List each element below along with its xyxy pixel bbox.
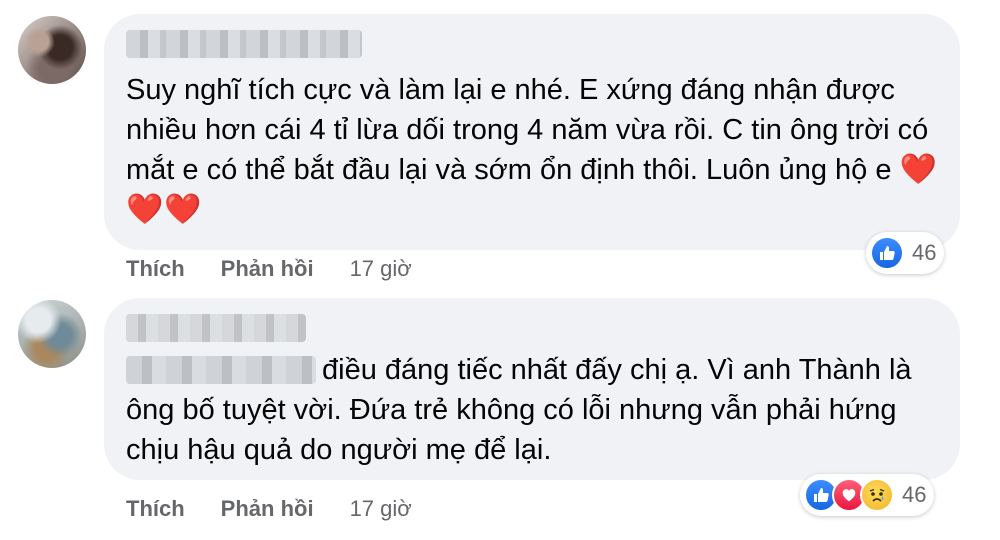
reaction-count: 46: [902, 482, 927, 507]
reaction-count: 46: [912, 240, 937, 265]
comment-actions: Thích Phản hồi 17 giờ: [126, 256, 412, 282]
sad-icon: [860, 478, 894, 512]
comment-bubble: điều đáng tiếc nhất đấy chị ạ. Vì anh Th…: [104, 298, 960, 480]
avatar[interactable]: [18, 16, 86, 84]
like-button[interactable]: Thích: [126, 496, 185, 522]
comment-body: Suy nghĩ tích cực và làm lại e nhé. E xứ…: [126, 74, 929, 186]
like-button[interactable]: Thích: [126, 256, 185, 282]
comment-text: Suy nghĩ tích cực và làm lại e nhé. E xứ…: [126, 70, 948, 230]
avatar[interactable]: [18, 300, 86, 368]
reply-button[interactable]: Phản hồi: [221, 496, 314, 522]
timestamp[interactable]: 17 giờ: [350, 496, 412, 522]
comment-text: điều đáng tiếc nhất đấy chị ạ. Vì anh Th…: [126, 350, 948, 470]
like-icon: [870, 236, 904, 270]
comment-bubble: Suy nghĩ tích cực và làm lại e nhé. E xứ…: [104, 14, 960, 250]
timestamp[interactable]: 17 giờ: [350, 256, 412, 282]
reaction-summary[interactable]: 46: [800, 474, 935, 516]
blurred-mention: [126, 356, 316, 384]
comment-actions: Thích Phản hồi 17 giờ: [126, 496, 412, 522]
author-name-blurred[interactable]: [126, 314, 306, 342]
reply-button[interactable]: Phản hồi: [221, 256, 314, 282]
author-name-blurred[interactable]: [126, 30, 362, 58]
reaction-summary[interactable]: 46: [866, 232, 945, 274]
